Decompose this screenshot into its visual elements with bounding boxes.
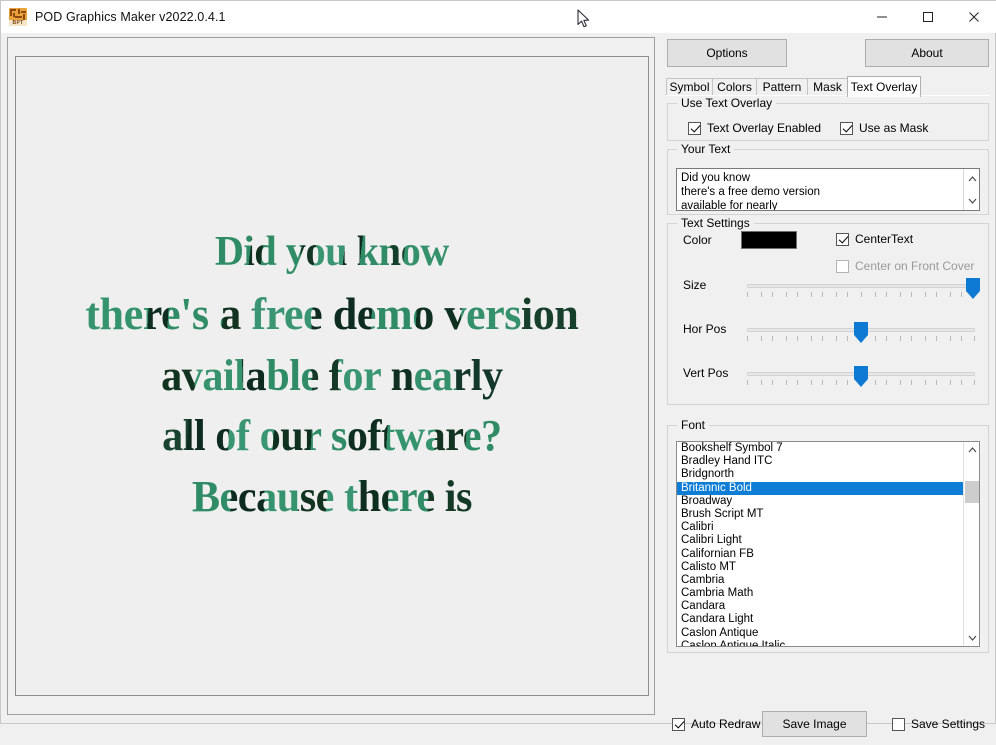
checkbox-label: Use as Mask [859, 121, 928, 135]
checkbox-box [672, 718, 685, 731]
font-list-item[interactable]: Candara [677, 600, 964, 613]
minimize-button[interactable] [859, 1, 905, 33]
canvas-line: all of our software? [162, 406, 502, 467]
font-group-label: Font [677, 418, 709, 432]
color-swatch[interactable] [741, 231, 797, 249]
vert-pos-slider-label: Vert Pos [683, 366, 728, 380]
font-list-item[interactable]: Cambria Math [677, 587, 964, 600]
checkbox-center-text[interactable]: CenterText [836, 232, 913, 246]
your-text-line: available for nearly [681, 199, 975, 211]
close-button[interactable] [951, 1, 996, 33]
chevron-down-icon[interactable] [964, 630, 980, 646]
bottom-bar: Auto Redraw Save Image Save Settings [663, 701, 993, 745]
use-text-overlay-group-label: Use Text Overlay [677, 96, 776, 110]
options-button[interactable]: Options [667, 39, 787, 67]
checkbox-label: Save Settings [911, 717, 985, 731]
font-list-item[interactable]: Brush Script MT [677, 508, 964, 521]
font-list-item[interactable]: Caslon Antique [677, 627, 964, 640]
checkbox-center-on-front-cover: Center on Front Cover [836, 259, 974, 273]
hor-pos-slider-label: Hor Pos [683, 322, 726, 336]
checkbox-box [688, 122, 701, 135]
window-controls [859, 1, 996, 33]
text-settings-group-label: Text Settings [677, 216, 754, 230]
checkbox-label: CenterText [855, 232, 913, 246]
your-text-group-label: Your Text [677, 142, 734, 156]
font-list-item[interactable]: Bridgnorth [677, 468, 964, 481]
window-title: POD Graphics Maker v2022.0.4.1 [35, 10, 226, 24]
font-list-items: Bookshelf Symbol 7 Bradley Hand ITC Brid… [677, 442, 964, 647]
tab-text-overlay[interactable]: Text Overlay [847, 76, 921, 97]
font-list-item[interactable]: Cambria [677, 574, 964, 587]
checkbox-save-settings[interactable]: Save Settings [892, 717, 985, 731]
slider-ticks [747, 292, 975, 298]
hor-pos-slider[interactable] [747, 323, 975, 349]
font-list-item[interactable]: Caslon Antique Italic [677, 640, 964, 647]
vert-pos-slider[interactable] [747, 367, 975, 393]
checkbox-label: Auto Redraw [691, 717, 760, 731]
font-list-item[interactable]: Broadway [677, 495, 964, 508]
size-slider-label: Size [683, 278, 706, 292]
canvas-text-overlay: Did you know there's a free demo version… [16, 57, 648, 695]
title-bar: BPT POD Graphics Maker v2022.0.4.1 [1, 1, 996, 33]
canvas-line: Did you know [215, 224, 449, 282]
maximize-button[interactable] [905, 1, 951, 33]
slider-track [747, 284, 975, 288]
your-text-value: Did you know there's a free demo version… [677, 169, 979, 211]
canvas-line: available for nearly [161, 346, 503, 407]
checkbox-box [892, 718, 905, 731]
chevron-down-icon[interactable] [964, 193, 980, 209]
about-button[interactable]: About [865, 39, 989, 67]
font-list-item[interactable]: Calisto MT [677, 561, 964, 574]
checkbox-label: Text Overlay Enabled [707, 121, 821, 135]
your-text-input[interactable]: Did you know there's a free demo version… [676, 168, 980, 211]
size-slider[interactable] [747, 279, 975, 305]
canvas-line: Because there is [192, 467, 472, 528]
font-list-item-selected[interactable]: Britannic Bold [677, 482, 964, 495]
checkbox-label: Center on Front Cover [855, 259, 974, 273]
checkbox-auto-redraw[interactable]: Auto Redraw [672, 717, 760, 731]
tab-bar: Symbol Colors Pattern Mask Text Overlay [666, 76, 990, 96]
tab-colors[interactable]: Colors [712, 78, 757, 96]
app-icon-bpt-label: BPT [9, 20, 27, 26]
font-list[interactable]: Bookshelf Symbol 7 Bradley Hand ITC Brid… [676, 441, 980, 647]
font-list-item[interactable]: Calibri [677, 521, 964, 534]
checkbox-use-as-mask[interactable]: Use as Mask [840, 121, 928, 135]
chevron-up-icon[interactable] [964, 442, 980, 458]
slider-thumb[interactable] [854, 322, 868, 343]
font-list-item[interactable]: Californian FB [677, 548, 964, 561]
application-window: BPT POD Graphics Maker v2022.0.4.1 Did y… [0, 0, 996, 724]
app-icon: BPT [9, 8, 27, 26]
controls-panel: Options About Symbol Colors Pattern Mask… [663, 37, 993, 721]
font-list-item[interactable]: Bookshelf Symbol 7 [677, 442, 964, 455]
color-label: Color [683, 233, 712, 247]
tab-symbol[interactable]: Symbol [666, 78, 713, 96]
checkbox-box [836, 260, 849, 273]
image-canvas[interactable]: Did you know there's a free demo version… [15, 56, 649, 696]
chevron-up-icon[interactable] [964, 171, 980, 187]
slider-thumb[interactable] [966, 278, 980, 299]
font-list-item[interactable]: Candara Light [677, 613, 964, 626]
canvas-line: there's a free demo version [85, 282, 578, 345]
checkbox-text-overlay-enabled[interactable]: Text Overlay Enabled [688, 121, 821, 135]
preview-panel: Did you know there's a free demo version… [7, 37, 655, 715]
scrollbar-thumb[interactable] [965, 481, 979, 503]
your-text-line: Did you know [681, 171, 975, 185]
save-image-button[interactable]: Save Image [762, 711, 867, 737]
your-text-line: there's a free demo version [681, 185, 975, 199]
checkbox-box [840, 122, 853, 135]
slider-thumb[interactable] [854, 366, 868, 387]
font-list-item[interactable]: Bradley Hand ITC [677, 455, 964, 468]
font-list-scrollbar[interactable] [963, 442, 979, 646]
tab-pattern[interactable]: Pattern [756, 78, 808, 96]
checkbox-box [836, 233, 849, 246]
font-list-item[interactable]: Calibri Light [677, 534, 964, 547]
tab-mask[interactable]: Mask [807, 78, 848, 96]
your-text-scrollbar[interactable] [963, 169, 979, 210]
